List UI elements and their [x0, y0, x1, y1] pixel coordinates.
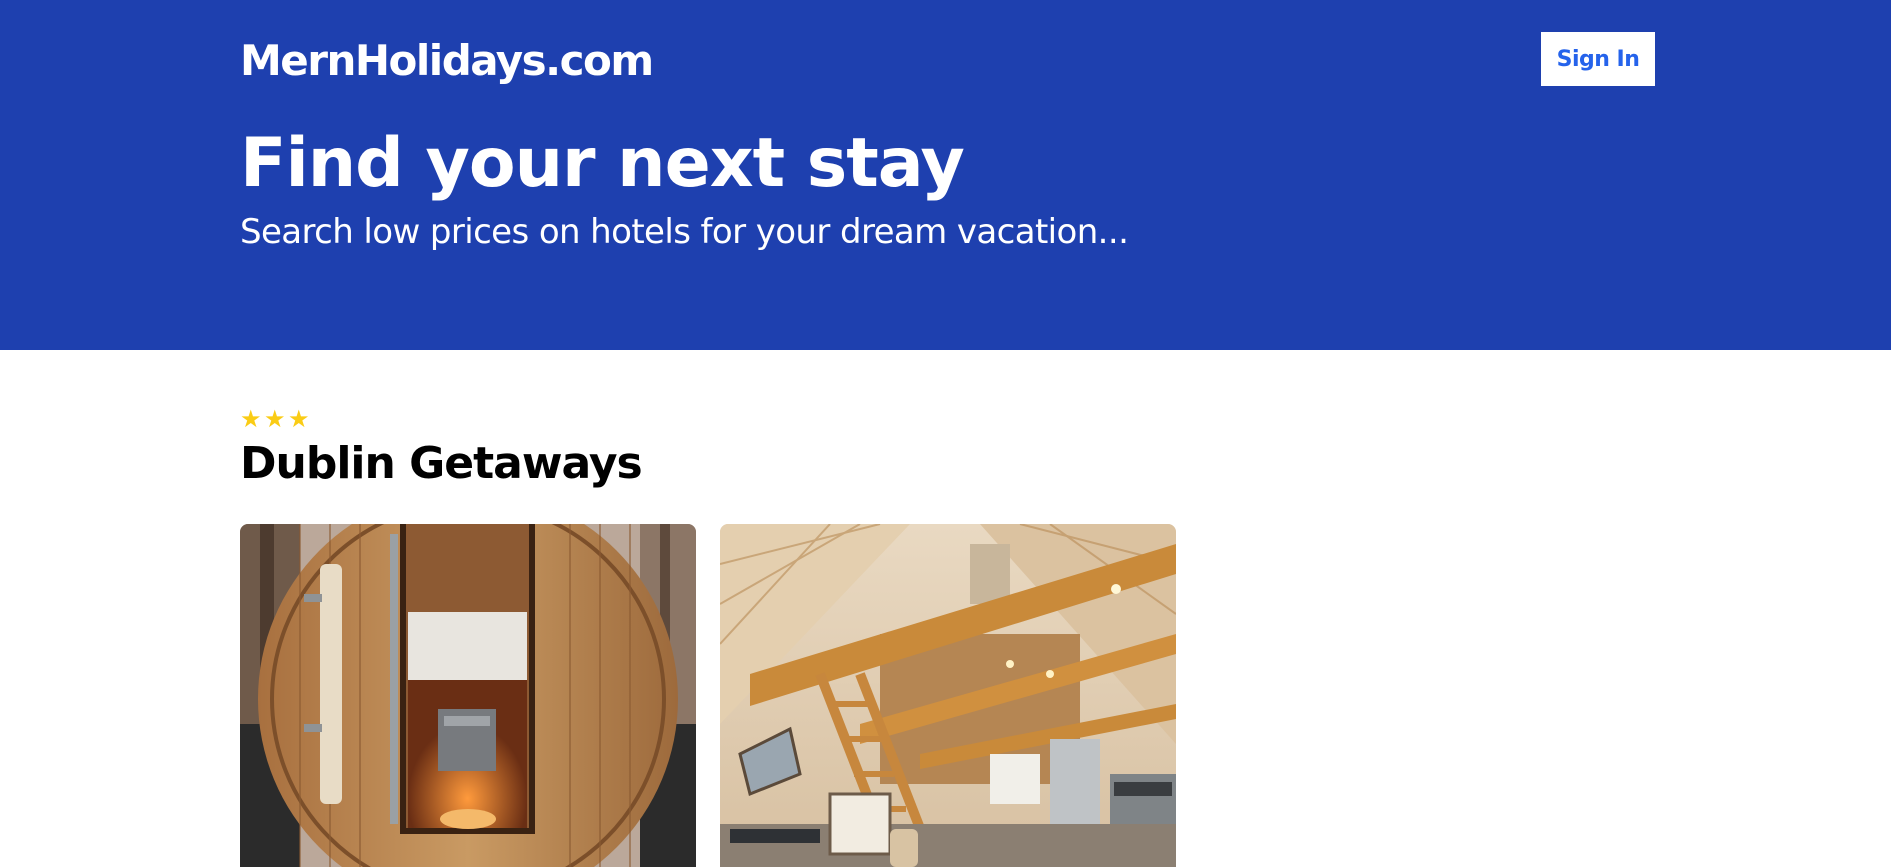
star-icon: ★ — [264, 405, 286, 433]
hotel-image-card-sauna[interactable] — [240, 524, 696, 867]
sauna-image — [240, 524, 696, 867]
hero-subtitle: Search low prices on hotels for your dre… — [240, 212, 1129, 252]
cabin-image — [720, 524, 1176, 867]
sign-in-button[interactable]: Sign In — [1541, 32, 1655, 86]
star-rating: ★ ★ ★ — [240, 405, 310, 433]
star-icon: ★ — [240, 405, 262, 433]
brand-logo-link[interactable]: MernHolidays.com — [240, 36, 654, 85]
hotel-image-card-cabin[interactable] — [720, 524, 1176, 867]
hero-title: Find your next stay — [240, 124, 965, 203]
listing-title: Dublin Getaways — [240, 438, 643, 489]
star-icon: ★ — [288, 405, 310, 433]
site-header: MernHolidays.com Sign In Find your next … — [0, 0, 1891, 350]
